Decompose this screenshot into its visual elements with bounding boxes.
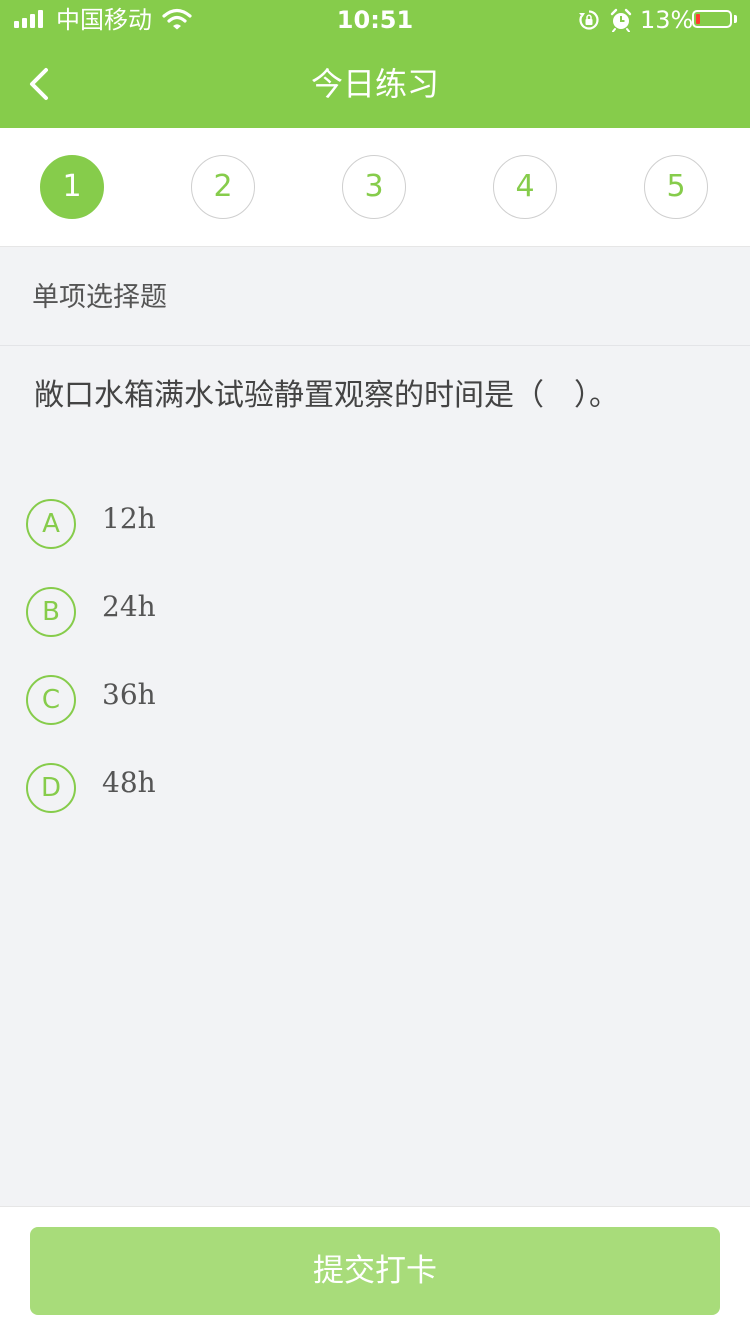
option-c[interactable]: C 36h <box>26 675 716 735</box>
option-text: 48h <box>102 766 156 799</box>
option-letter: A <box>26 499 76 549</box>
battery-percent: 13% <box>640 6 694 34</box>
option-letter: D <box>26 763 76 813</box>
option-letter: B <box>26 587 76 637</box>
page-title: 今日练习 <box>310 65 439 103</box>
step-2[interactable]: 2 <box>191 155 255 219</box>
option-d[interactable]: D 48h <box>26 763 716 823</box>
submit-checkin-button[interactable]: 提交打卡 <box>30 1227 720 1315</box>
option-text: 24h <box>102 590 156 623</box>
option-text: 36h <box>102 678 156 711</box>
alarm-icon <box>610 8 632 32</box>
app-header: 中国移动 10:51 13% 今日练习 <box>0 0 750 128</box>
orientation-lock-icon <box>579 10 599 30</box>
question-type-bar: 单项选择题 <box>0 247 750 346</box>
step-3[interactable]: 3 <box>342 155 406 219</box>
battery-icon <box>692 10 732 28</box>
option-b[interactable]: B 24h <box>26 587 716 647</box>
clock-time: 10:51 <box>336 6 414 34</box>
option-text: 12h <box>102 502 156 535</box>
question-stepper: 1 2 3 4 5 <box>0 128 750 247</box>
option-letter: C <box>26 675 76 725</box>
battery-level-fill <box>696 14 700 24</box>
battery-cap <box>734 15 737 23</box>
footer-bar: 提交打卡 <box>0 1206 750 1335</box>
question-type-label: 单项选择题 <box>32 282 167 313</box>
status-bar: 中国移动 10:51 13% <box>0 0 750 40</box>
step-5[interactable]: 5 <box>644 155 708 219</box>
question-text: 敞口水箱满水试验静置观察的时间是（ ）。 <box>34 378 619 413</box>
option-a[interactable]: A 12h <box>26 499 716 559</box>
step-1[interactable]: 1 <box>40 155 104 219</box>
step-4[interactable]: 4 <box>493 155 557 219</box>
